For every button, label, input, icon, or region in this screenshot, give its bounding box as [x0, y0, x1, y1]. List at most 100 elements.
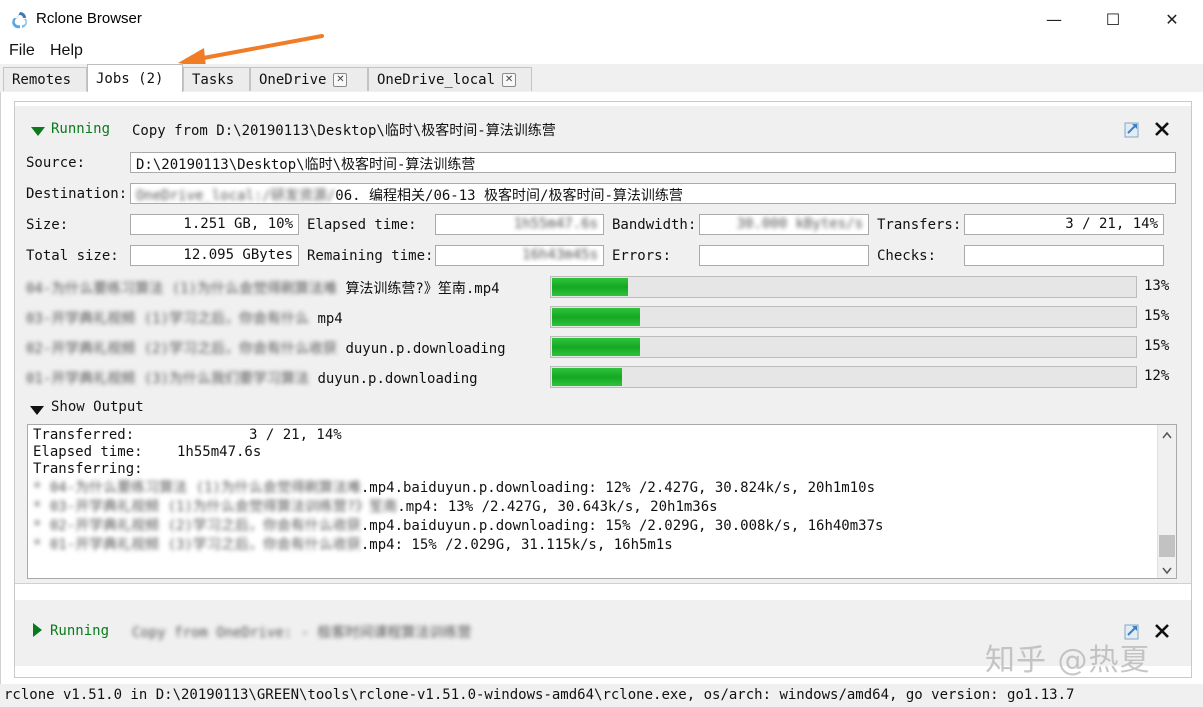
- destination-value: 06. 编程相关/06-13 极客时间/极客时间-算法训练营: [335, 188, 683, 204]
- file-name-redacted: 04-为什么要练习算法 (1)为什么会觉得刷算法难: [26, 281, 337, 297]
- size-label: Size:: [26, 217, 69, 233]
- show-output-toggle[interactable]: [30, 403, 44, 419]
- transfer-file-name: 04-为什么要练习算法 (1)为什么会觉得刷算法难 算法训练营?》笙南.mp4: [26, 278, 500, 298]
- output-scrollbar[interactable]: [1157, 425, 1176, 578]
- expand-toggle[interactable]: [33, 623, 42, 641]
- tab-close-icon[interactable]: ✕: [333, 72, 348, 87]
- progress-fill: [552, 278, 629, 296]
- file-name-redacted: 01-开学典礼视频 (3)为什么我们要学习算法: [26, 371, 309, 387]
- checks-label: Checks:: [877, 248, 937, 264]
- source-field[interactable]: D:\20190113\Desktop\临时\极客时间-算法训练营: [130, 152, 1176, 173]
- file-name-redacted: 03-开学典礼视频 (1)学习之后，你会有什么: [26, 311, 309, 327]
- bandwidth-field[interactable]: 30.000 kBytes/s: [699, 214, 869, 235]
- size-field[interactable]: 1.251 GB, 10%: [130, 214, 299, 235]
- file-name-visible: 算法训练营?》笙南.mp4: [345, 281, 500, 297]
- log-line: Transferred: 3 / 21, 14%: [33, 427, 342, 443]
- log-key: Elapsed time:: [33, 444, 143, 460]
- elapsed-redacted: 1h55m47.6s: [513, 216, 598, 232]
- collapse-toggle[interactable]: [31, 124, 45, 140]
- transfer-percent: 12%: [1144, 368, 1170, 384]
- transfer-progress-bar: [550, 366, 1137, 388]
- export-icon[interactable]: [1121, 118, 1143, 140]
- stop-job-icon[interactable]: [1151, 620, 1173, 642]
- tab-label: Jobs (2): [96, 71, 164, 87]
- destination-field[interactable]: OneDrive_local:/研发资源/06. 编程相关/06-13 极客时间…: [130, 183, 1176, 204]
- transfer-file-name: 01-开学典礼视频 (3)为什么我们要学习算法 duyun.p.download…: [26, 368, 478, 388]
- tab-bar: Remotes Jobs (2) Tasks OneDrive ✕ OneDriv…: [0, 64, 1203, 93]
- scroll-thumb[interactable]: [1159, 535, 1175, 557]
- file-name-visible: duyun.p.downloading: [345, 341, 506, 357]
- log-line: * 04-为什么要练习算法 (1)为什么会觉得刷算法难.mp4.baiduyun…: [33, 477, 875, 497]
- triangle-down-icon: [31, 127, 45, 136]
- tab-jobs[interactable]: Jobs (2): [87, 64, 183, 93]
- log-value: 3 / 21, 14%: [249, 427, 342, 443]
- minimize-button[interactable]: —: [1025, 0, 1083, 38]
- triangle-right-icon: [33, 623, 42, 637]
- file-name-redacted: 02-开学典礼视频 (2)学习之后，你会有什么收获: [26, 341, 337, 357]
- remaining-field[interactable]: 16h43m45s: [435, 245, 604, 266]
- total-size-field[interactable]: 12.095 GBytes: [130, 245, 299, 266]
- stop-job-icon[interactable]: [1151, 118, 1173, 140]
- log-redacted: * 01-开学典礼视频 (3)学习之后，你会有什么收获: [33, 537, 361, 553]
- progress-fill: [552, 308, 640, 326]
- show-output-label[interactable]: Show Output: [51, 399, 144, 415]
- job-title: Copy from D:\20190113\Desktop\临时\极客时间-算法…: [132, 123, 556, 139]
- tab-label: OneDrive: [259, 71, 327, 88]
- scroll-up-icon[interactable]: [1162, 429, 1172, 442]
- scroll-down-icon[interactable]: [1162, 563, 1172, 578]
- log-key: Transferred:: [33, 427, 135, 443]
- log-line: * 03-开学典礼视频 (1)为什么会觉得算法训练营?》笙南.mp4: 13% …: [33, 496, 718, 516]
- log-visible: .mp4: 13% /2.427G, 30.643k/s, 20h1m36s: [397, 499, 718, 515]
- bandwidth-label: Bandwidth:: [612, 217, 697, 233]
- triangle-down-icon: [30, 406, 44, 415]
- menu-help[interactable]: Help: [50, 42, 83, 60]
- remaining-redacted: 16h43m45s: [522, 247, 598, 263]
- log-visible: .mp4.baiduyun.p.downloading: 12% /2.427G…: [360, 480, 876, 496]
- close-button[interactable]: ✕: [1143, 0, 1201, 38]
- rclone-logo-icon: [12, 12, 27, 29]
- log-line: Transferring:: [33, 461, 143, 477]
- zhihu-watermark: 知乎 @热夏: [985, 643, 1151, 678]
- maximize-button[interactable]: ☐: [1084, 0, 1142, 38]
- job-status: Running: [50, 623, 110, 639]
- transfers-label: Transfers:: [877, 217, 962, 233]
- output-log[interactable]: Transferred: 3 / 21, 14% Elapsed time: 1h5…: [27, 424, 1177, 579]
- elapsed-label: Elapsed time:: [307, 217, 417, 233]
- elapsed-field[interactable]: 1h55m47.6s: [435, 214, 604, 235]
- menu-file[interactable]: File: [9, 42, 35, 60]
- bandwidth-redacted: 30.000 kBytes/s: [736, 216, 863, 232]
- tab-tasks[interactable]: Tasks: [183, 67, 250, 91]
- errors-label: Errors:: [612, 248, 672, 264]
- status-text: rclone v1.51.0 in D:\20190113\GREEN\tool…: [4, 687, 1075, 703]
- transfer-percent: 15%: [1144, 308, 1170, 324]
- status-bar: rclone v1.51.0 in D:\20190113\GREEN\tool…: [0, 684, 1203, 707]
- job-title-redacted: Copy from OneDrive: - 极客时间课程算法训练营: [132, 625, 472, 641]
- job-status: Running: [51, 121, 111, 137]
- log-redacted: * 04-为什么要练习算法 (1)为什么会觉得刷算法难: [33, 480, 361, 496]
- log-redacted: * 03-开学典礼视频 (1)为什么会觉得算法训练营?》笙南: [33, 499, 398, 515]
- transfer-progress-bar: [550, 306, 1137, 328]
- log-visible: .mp4.baiduyun.p.downloading: 15% /2.029G…: [360, 518, 884, 534]
- progress-fill: [552, 368, 623, 386]
- total-size-label: Total size:: [26, 248, 119, 264]
- tab-close-icon[interactable]: ✕: [502, 72, 517, 87]
- tab-onedrive-local[interactable]: OneDrive_local ✕: [368, 67, 532, 91]
- tab-label: Tasks: [192, 71, 235, 88]
- tab-onedrive[interactable]: OneDrive ✕: [250, 67, 368, 91]
- errors-field[interactable]: [699, 245, 869, 266]
- remaining-label: Remaining time:: [307, 248, 434, 264]
- transfer-progress-bar: [550, 336, 1137, 358]
- tab-remotes[interactable]: Remotes: [3, 67, 87, 91]
- file-name-visible: duyun.p.downloading: [317, 371, 478, 387]
- log-redacted: * 02-开学典礼视频 (2)学习之后，你会有什么收获: [33, 518, 361, 534]
- transfer-file-name: 02-开学典礼视频 (2)学习之后，你会有什么收获 duyun.p.downlo…: [26, 338, 506, 358]
- job-card: Running Copy from D:\20190113\Desktop\临时…: [15, 106, 1191, 584]
- source-label: Source:: [26, 155, 86, 171]
- log-line: * 01-开学典礼视频 (3)学习之后，你会有什么收获.mp4: 15% /2.…: [33, 534, 673, 554]
- transfers-field[interactable]: 3 / 21, 14%: [964, 214, 1164, 235]
- destination-redacted: OneDrive_local:/研发资源/: [136, 188, 336, 204]
- progress-fill: [552, 338, 640, 356]
- log-line: * 02-开学典礼视频 (2)学习之后，你会有什么收获.mp4.baiduyun…: [33, 515, 883, 535]
- checks-field[interactable]: [964, 245, 1164, 266]
- tab-label: Remotes: [12, 71, 72, 88]
